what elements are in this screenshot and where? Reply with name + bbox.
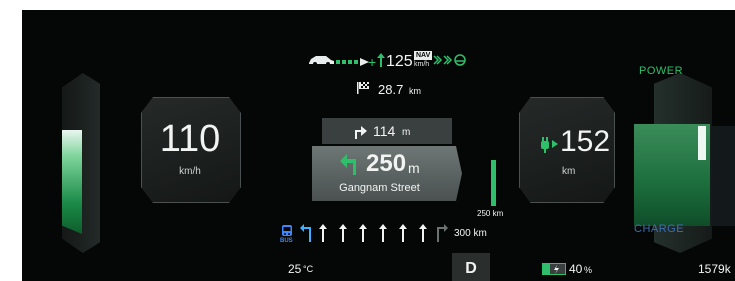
next-turn-value: 114 bbox=[373, 123, 396, 139]
lane-assist-icon bbox=[336, 58, 370, 66]
nav-badge: NAV bbox=[414, 51, 433, 60]
lane-turn-right-icon bbox=[436, 224, 448, 242]
instrument-cluster: POWER CHARGE 110 km/h 152 km + 125 NAV k… bbox=[22, 10, 735, 281]
bus-icon bbox=[280, 225, 294, 237]
gear-indicator: D bbox=[465, 260, 477, 277]
plug-icon bbox=[538, 136, 552, 154]
turn-left-icon bbox=[340, 153, 360, 175]
lane-straight-icon bbox=[359, 224, 367, 242]
battery-icon bbox=[542, 263, 566, 275]
temperature-unit: °C bbox=[303, 264, 314, 274]
lane-straight-icon bbox=[339, 224, 347, 242]
main-turn-value: 250 bbox=[366, 150, 407, 177]
charge-gauge-level bbox=[698, 126, 706, 160]
flag-icon bbox=[356, 81, 370, 95]
charge-gauge-track bbox=[712, 126, 735, 226]
car-icon bbox=[307, 53, 335, 67]
speed-unit: km/h bbox=[179, 166, 201, 177]
lane-turn-left-icon bbox=[300, 224, 312, 242]
assist-icons bbox=[433, 54, 467, 66]
next-turn-unit: m bbox=[402, 127, 411, 138]
battery-value: 40 bbox=[569, 262, 583, 276]
battery-unit: % bbox=[584, 265, 593, 275]
bus-label: BUS bbox=[280, 238, 293, 244]
lane-straight-icon bbox=[419, 224, 427, 242]
odometer: 1579k bbox=[698, 262, 731, 276]
power-label: POWER bbox=[639, 65, 684, 77]
temperature-value: 25 bbox=[288, 262, 302, 276]
street-name: Gangnam Street bbox=[339, 182, 420, 194]
speed-value: 110 bbox=[159, 118, 221, 160]
lanes-distance: 300 km bbox=[454, 228, 487, 239]
destination-unit: km bbox=[409, 86, 421, 96]
charge-label: CHARGE bbox=[634, 223, 685, 235]
lane-straight-icon bbox=[319, 224, 327, 242]
destination-value: 28.7 bbox=[378, 82, 404, 97]
plus-icon: + bbox=[368, 54, 377, 70]
arrow-icon bbox=[552, 140, 558, 148]
distance-bar-fill bbox=[491, 160, 496, 206]
power-gauge-fill bbox=[62, 130, 82, 234]
turn-right-icon bbox=[353, 123, 367, 139]
distance-bar-label: 250 km bbox=[477, 209, 504, 218]
adas-set-speed: 125 bbox=[386, 53, 413, 70]
adas-unit: km/h bbox=[414, 61, 430, 68]
main-turn-unit: m bbox=[408, 160, 420, 176]
range-value: 152 bbox=[560, 125, 611, 158]
lane-straight-icon bbox=[399, 224, 407, 242]
lane-straight-icon bbox=[379, 224, 387, 242]
range-unit: km bbox=[562, 166, 576, 177]
up-arrow-icon bbox=[377, 53, 385, 67]
